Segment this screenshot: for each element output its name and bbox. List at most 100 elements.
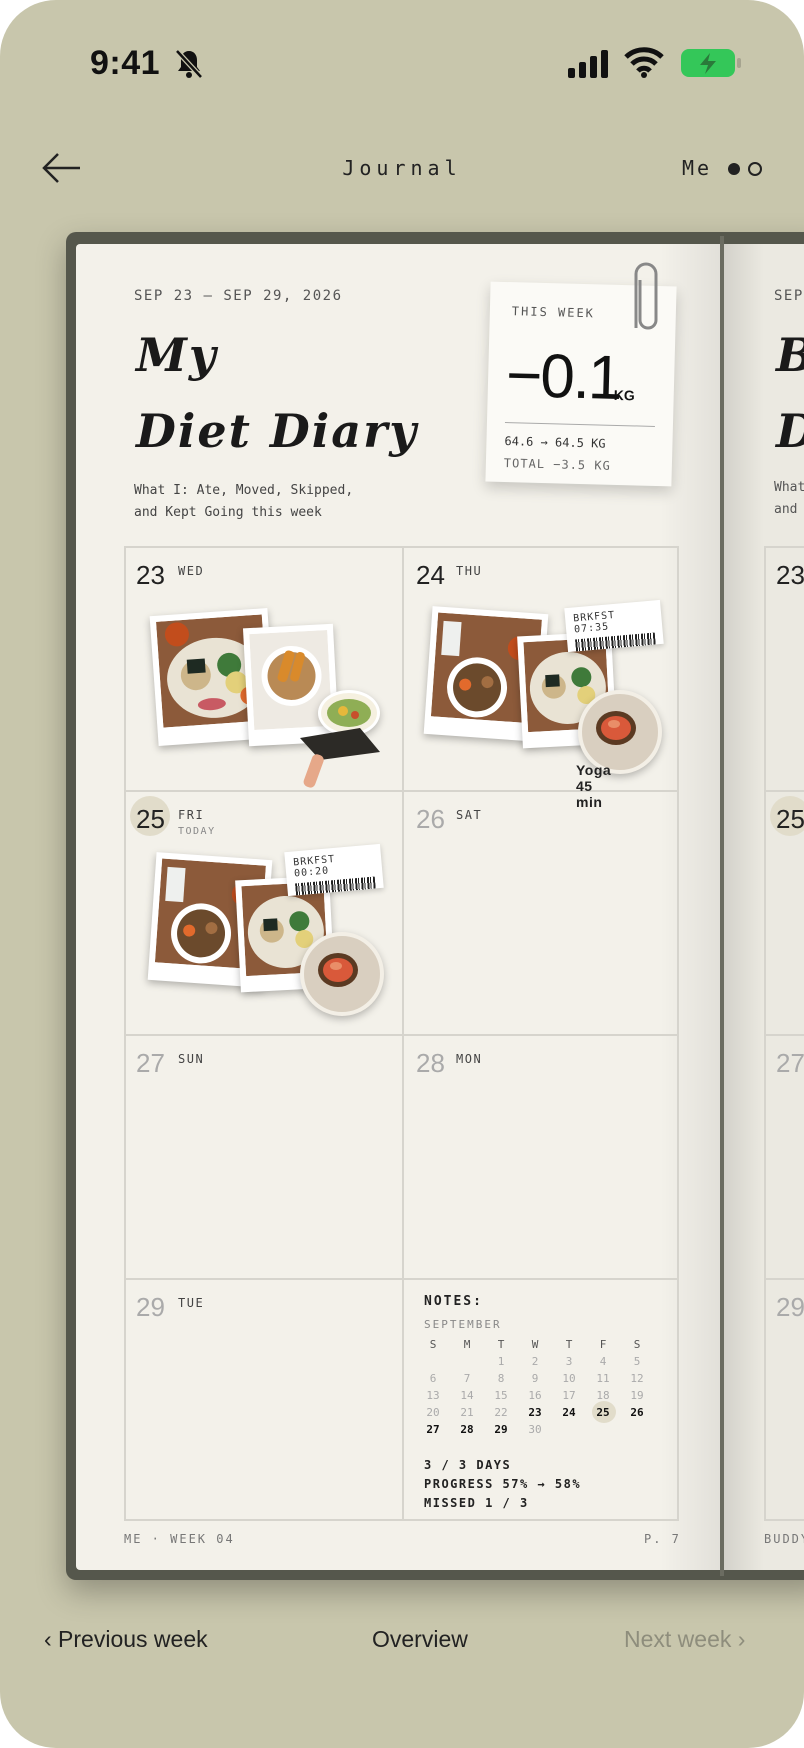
calendar-day[interactable]: 10 <box>552 1370 586 1387</box>
toast-plate-photo[interactable] <box>300 932 384 1016</box>
breakfast-receipt-tag[interactable]: BRKFST 07:35 <box>564 599 664 653</box>
day-name: TUE <box>178 1296 205 1310</box>
calendar-day[interactable]: 9 <box>518 1370 552 1387</box>
calendar-weekday: F <box>599 1338 607 1351</box>
subtitle-line2: and Kept Going this week <box>134 505 322 520</box>
calendar-day[interactable]: 8 <box>484 1370 518 1387</box>
peek-subtitle-1: What <box>774 480 804 495</box>
calendar-week-row: 13 14 15 16 17 18 19 <box>416 1387 656 1404</box>
weight-change-value: −0.1 <box>505 341 622 414</box>
toast-image <box>318 953 358 987</box>
calendar-day <box>450 1353 484 1370</box>
overview-button[interactable]: Overview <box>372 1626 468 1653</box>
calendar-weekday: T <box>565 1338 573 1351</box>
calendar-day[interactable]: 16 <box>518 1387 552 1404</box>
peek-subtitle-2: and <box>774 502 798 517</box>
calendar-day[interactable]: 22 <box>484 1404 518 1421</box>
day-name: MON <box>456 1052 483 1066</box>
calendar-day[interactable]: 21 <box>450 1404 484 1421</box>
calendar-day <box>416 1353 450 1370</box>
breakfast-receipt-tag[interactable]: BRKFST 00:20 <box>284 843 384 897</box>
peek-title-2: D <box>776 404 804 458</box>
page-dot-active[interactable] <box>728 163 740 175</box>
calendar-day[interactable]: 12 <box>620 1370 654 1387</box>
calendar-weekday: S <box>633 1338 641 1351</box>
notes-title: NOTES: <box>424 1294 483 1309</box>
note-divider <box>504 422 655 427</box>
calendar-day[interactable]: 11 <box>586 1370 620 1387</box>
paperclip-icon <box>634 262 658 330</box>
calendar-day[interactable]: 30 <box>518 1421 552 1438</box>
receipt-text: BRKFST 07:35 <box>572 609 616 636</box>
weight-total: TOTAL −3.5 KG <box>503 456 611 473</box>
calendar-day[interactable]: 5 <box>620 1353 654 1370</box>
day-number: 27 <box>136 1048 165 1078</box>
peek-date: SEP <box>774 288 804 304</box>
previous-week-button[interactable]: ‹ Previous week <box>44 1626 208 1653</box>
calendar-week-row: 20 21 22 23 24 25 26 <box>416 1401 656 1423</box>
day-name: THU <box>456 564 483 578</box>
calendar-weekday: S <box>429 1338 437 1351</box>
next-week-button[interactable]: Next week › <box>624 1626 745 1653</box>
toast-image <box>596 711 636 745</box>
calendar-day[interactable]: 15 <box>484 1387 518 1404</box>
note-label: THIS WEEK <box>511 304 596 321</box>
calendar-day[interactable]: 24 <box>552 1404 586 1421</box>
diary-subtitle: What I: Ate, Moved, Skipped, and Kept Go… <box>134 480 434 524</box>
day-number: 23 <box>136 560 165 590</box>
calendar-day[interactable]: 18 <box>586 1387 620 1404</box>
peek-day-27: 27 <box>776 1048 804 1078</box>
calendar-week-row: 12345 <box>416 1353 656 1370</box>
calendar-day[interactable]: 1 <box>484 1353 518 1370</box>
week-date-range: SEP 23 — SEP 29, 2026 <box>134 288 343 304</box>
calendar-day[interactable]: 23 <box>518 1404 552 1421</box>
calendar-day[interactable]: 3 <box>552 1353 586 1370</box>
subtitle-line1: What I: Ate, Moved, Skipped, <box>134 483 354 498</box>
calendar-day[interactable]: 4 <box>586 1353 620 1370</box>
day-number: 29 <box>136 1292 165 1322</box>
calendar-week-row: 27 28 29 30 <box>416 1421 656 1438</box>
page-dot-inactive[interactable] <box>748 162 762 176</box>
calendar-day[interactable]: 7 <box>450 1370 484 1387</box>
calendar-weekday: M <box>463 1338 471 1351</box>
calendar-day[interactable]: 26 <box>620 1404 654 1421</box>
calendar-day <box>586 1421 620 1438</box>
day-name: SAT <box>456 808 483 822</box>
weight-unit: KG <box>613 386 635 404</box>
calendar-day[interactable]: 13 <box>416 1387 450 1404</box>
calendar-day[interactable]: 27 <box>416 1421 450 1438</box>
stat-progress: PROGRESS 57% → 58% <box>424 1477 582 1491</box>
calendar-day[interactable]: 20 <box>416 1404 450 1421</box>
peek-day-29: 29 <box>776 1292 804 1322</box>
day-number: 28 <box>416 1048 445 1078</box>
peek-grid-line-2 <box>766 1034 804 1036</box>
day-number: 26 <box>416 804 445 834</box>
day-name: WED <box>178 564 205 578</box>
calendar-day <box>552 1421 586 1438</box>
stat-missed: MISSED 1 / 3 <box>424 1496 529 1510</box>
receipt-text: BRKFST 00:20 <box>292 853 336 880</box>
wifi-icon <box>624 47 664 78</box>
calendar-weekday: T <box>497 1338 505 1351</box>
profile-switch-label[interactable]: Me <box>682 156 712 180</box>
calendar-weekday-row: SMTWTFS <box>416 1336 656 1353</box>
phone-screen: 9:41 Journal Me SEP 23 — SEP 29, 2026 My… <box>0 0 804 1748</box>
peek-grid-line-3 <box>766 1278 804 1280</box>
calendar-day[interactable]: 28 <box>450 1421 484 1438</box>
stat-days: 3 / 3 DAYS <box>424 1458 512 1472</box>
calendar-day[interactable]: 14 <box>450 1387 484 1404</box>
calendar-day[interactable]: 2 <box>518 1353 552 1370</box>
calendar-day[interactable]: 17 <box>552 1387 586 1404</box>
calendar-weekday: W <box>531 1338 539 1351</box>
grid-hline-2 <box>124 1034 679 1036</box>
page-number: P. 7 <box>644 1532 681 1546</box>
today-label: TODAY <box>178 826 216 837</box>
calendar-day[interactable]: 19 <box>620 1387 654 1404</box>
day-number: 24 <box>416 560 445 590</box>
calendar-day[interactable]: 25 <box>586 1401 620 1423</box>
day-name: SUN <box>178 1052 205 1066</box>
calendar-day[interactable]: 29 <box>484 1421 518 1438</box>
mini-calendar-month: SEPTEMBER <box>424 1318 502 1331</box>
calendar-day[interactable]: 6 <box>416 1370 450 1387</box>
peek-day-23: 23 <box>776 560 804 590</box>
